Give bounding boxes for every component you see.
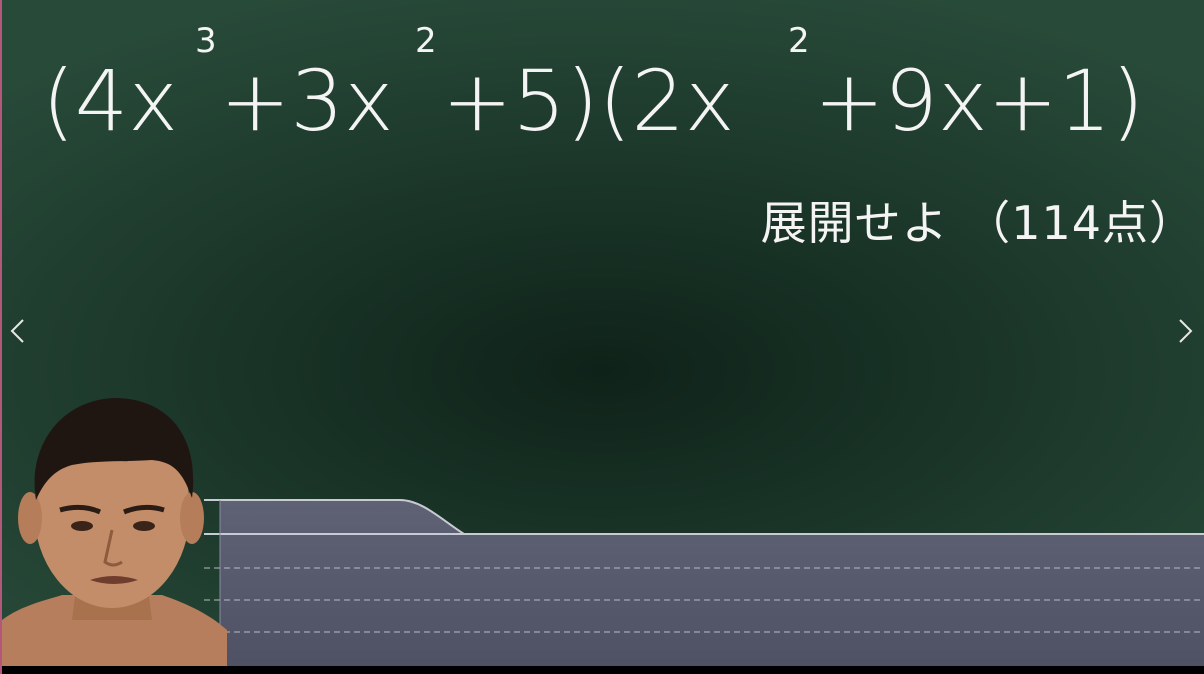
next-slide-button[interactable] (1174, 316, 1196, 346)
exponent-2-second: 2 (788, 21, 810, 61)
chevron-right-icon (1179, 319, 1193, 343)
bottom-bar (2, 666, 1204, 674)
presenter-avatar (2, 398, 227, 674)
exponent-3: 3 (195, 21, 217, 61)
expression-part-2: +3x (220, 52, 394, 150)
chevron-left-icon (10, 319, 24, 343)
expression-part-3: +5)(2x (442, 52, 735, 150)
instruction-text: 展開せよ （114点） (760, 196, 1196, 250)
math-expression: (4x 3 +3x 2 +5)(2x 2 +9x+1) (42, 21, 1144, 150)
prev-slide-button[interactable] (7, 316, 29, 346)
expression-part-1: (4x (42, 52, 178, 150)
expression-part-4: +9x+1) (814, 52, 1144, 150)
exponent-2-first: 2 (415, 21, 437, 61)
chalkboard-stage: (4x 3 +3x 2 +5)(2x 2 +9x+1) 展開せよ （114点） (0, 0, 1204, 674)
